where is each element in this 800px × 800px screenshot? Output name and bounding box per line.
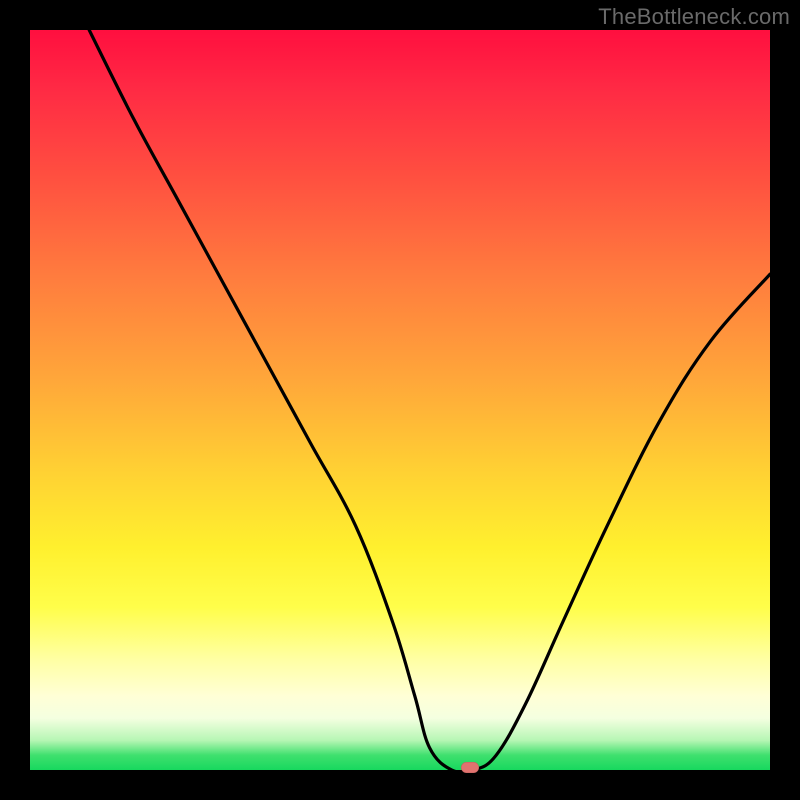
chart-frame: TheBottleneck.com	[0, 0, 800, 800]
optimal-point-marker	[461, 762, 479, 773]
bottleneck-curve	[30, 30, 770, 770]
watermark-label: TheBottleneck.com	[598, 4, 790, 30]
plot-area	[30, 30, 770, 770]
